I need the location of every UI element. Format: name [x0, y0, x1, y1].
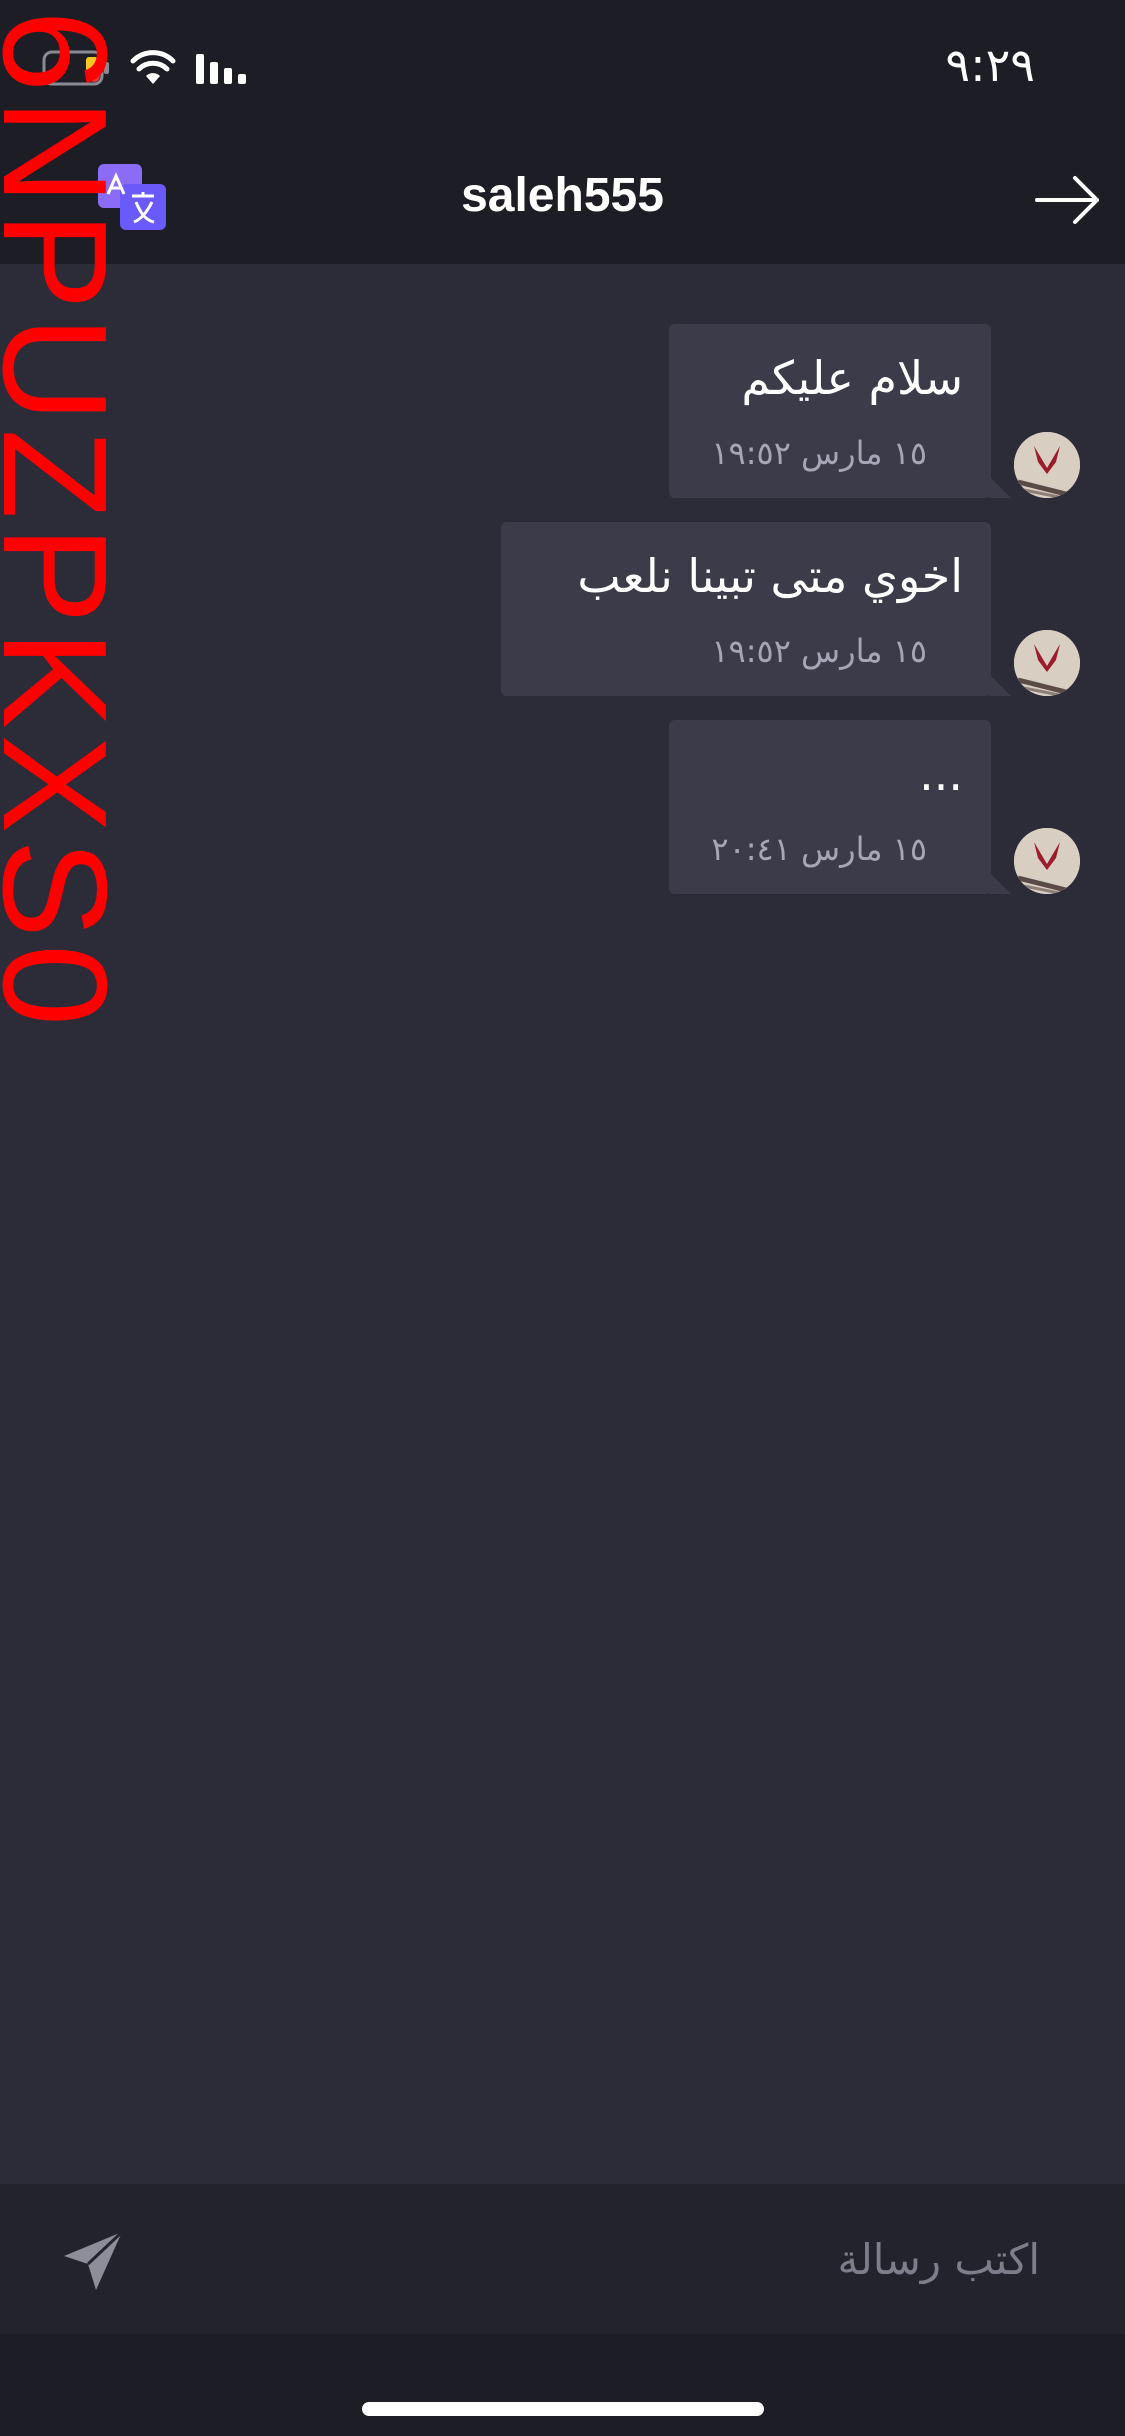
status-icons [42, 46, 250, 90]
status-time: ٩:٢٩ [945, 38, 1035, 92]
message-text: ... [919, 747, 963, 801]
avatar-image-icon [1014, 432, 1080, 498]
avatar[interactable] [1014, 828, 1080, 894]
message-text: اخوي متى تبينا نلعب [577, 549, 963, 603]
message-time: ١٥ مارس ١٩:٥٢ [711, 632, 927, 670]
home-indicator-area [0, 2334, 1125, 2436]
back-button[interactable] [1033, 172, 1103, 228]
chat-title: saleh555 [461, 169, 664, 222]
avatar-image-icon [1014, 828, 1080, 894]
avatar[interactable] [1014, 630, 1080, 696]
message-list[interactable]: سلام عليكم ١٥ مارس ١٩:٥٢ اخوي متى تبينا … [0, 264, 1125, 2184]
signal-icon [196, 54, 246, 84]
message-bubble[interactable]: ... ١٥ مارس ٢٠:٤١ [669, 720, 1011, 894]
send-button[interactable] [60, 2228, 126, 2294]
composer-bar [0, 2184, 1125, 2334]
message-time: ١٥ مارس ١٩:٥٢ [711, 434, 927, 472]
wifi-icon [130, 50, 176, 84]
home-indicator[interactable] [362, 2402, 764, 2416]
send-icon [64, 2230, 124, 2290]
message-bubble[interactable]: سلام عليكم ١٥ مارس ١٩:٥٢ [669, 324, 1011, 498]
chat-screen: ٩:٢٩ saleh555 سلام عليكم ١٥ مارس ١٩:٥٢ ا… [0, 0, 1125, 2436]
message-input[interactable] [170, 2214, 1040, 2304]
back-arrow-icon [1035, 176, 1099, 224]
avatar[interactable] [1014, 432, 1080, 498]
message-text: سلام عليكم [741, 351, 963, 405]
battery-icon [42, 50, 109, 86]
chat-header: saleh555 [0, 132, 1125, 264]
status-bar: ٩:٢٩ [0, 0, 1125, 132]
message-bubble[interactable]: اخوي متى تبينا نلعب ١٥ مارس ١٩:٥٢ [501, 522, 1011, 696]
avatar-image-icon [1014, 630, 1080, 696]
message-time: ١٥ مارس ٢٠:٤١ [711, 830, 927, 868]
